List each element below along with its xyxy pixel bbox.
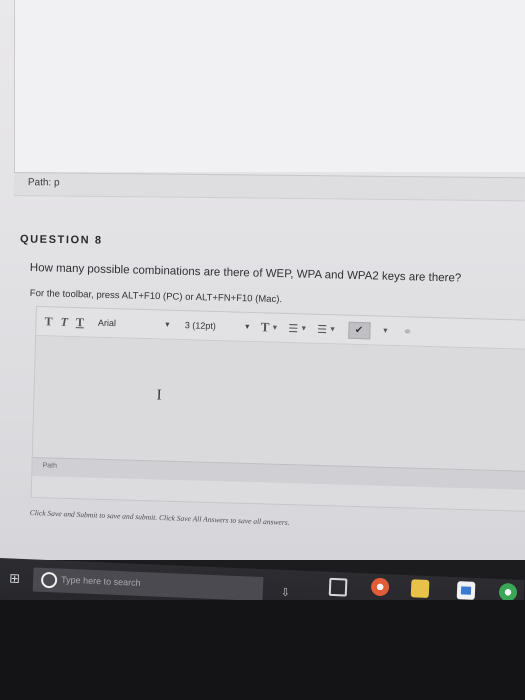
store-app-icon[interactable]	[456, 581, 476, 600]
font-size-value: 3 (12pt)	[184, 320, 217, 332]
link-icon[interactable]: ⚭	[403, 325, 413, 338]
answer-editor: T T T Arial ▼ 3 (12pt) ▼ T ▼ ☰ ▼ ☰ ▼ ✔ ▼…	[30, 306, 525, 512]
font-size-select[interactable]: 3 (12pt) ▼	[185, 320, 251, 332]
bold-icon[interactable]: T	[44, 314, 52, 329]
answer-text-area[interactable]: I	[32, 336, 525, 470]
monitor-bezel	[0, 600, 525, 700]
align-icon: ☰	[288, 322, 299, 335]
underline-icon[interactable]: T	[76, 315, 84, 330]
chrome-app-icon[interactable]	[498, 582, 518, 602]
chevron-down-icon: ▼	[300, 324, 308, 333]
question-title: QUESTION 8	[19, 233, 103, 247]
cortana-icon	[40, 571, 58, 589]
microphone-icon[interactable]: ⇩	[281, 586, 291, 599]
submit-instructions-text: Click Save and Submit to save and submit…	[29, 508, 290, 527]
spellcheck-icon[interactable]: ✔	[347, 321, 371, 339]
text-color-button[interactable]: T ▼	[261, 319, 279, 335]
chevron-down-icon: ▼	[381, 327, 390, 335]
previous-answer-editor[interactable]	[14, 0, 525, 172]
italic-icon[interactable]: T	[60, 314, 68, 329]
search-placeholder: Type here to search	[60, 574, 141, 588]
task-view-icon[interactable]	[328, 577, 348, 597]
browser-app-icon[interactable]	[370, 577, 390, 597]
list-button[interactable]: ☰ ▼	[317, 322, 336, 336]
chevron-down-icon: ▼	[271, 324, 279, 332]
previous-path-label: Path: p	[27, 177, 60, 189]
toolbar-hint: For the toolbar, press ALT+F10 (PC) or A…	[29, 288, 283, 306]
text-cursor-icon: I	[156, 387, 162, 404]
align-button[interactable]: ☰ ▼	[288, 322, 307, 336]
windows-start-icon[interactable]: ⊞	[9, 570, 24, 585]
chevron-down-icon: ▼	[328, 325, 337, 333]
taskbar-search[interactable]: Type here to search ⇩	[32, 567, 290, 602]
file-explorer-icon[interactable]	[410, 579, 430, 598]
editor-path-label: Path	[42, 462, 58, 470]
submit-instructions: Click Save and Submit to save and submit…	[30, 508, 290, 527]
font-family-select[interactable]: Arial ▼	[98, 318, 171, 330]
spellcheck-menu-button[interactable]: ▼	[380, 327, 389, 334]
text-color-icon: T	[260, 319, 270, 335]
browser-screen: Path: p QUESTION 8 How many possible com…	[0, 0, 525, 560]
font-family-value: Arial	[97, 317, 117, 329]
chevron-down-icon: ▼	[163, 321, 171, 329]
list-icon: ☰	[317, 323, 328, 336]
previous-path-bar: Path: p	[13, 172, 525, 202]
question-text: How many possible combinations are there…	[29, 262, 462, 285]
chevron-down-icon: ▼	[243, 323, 251, 331]
